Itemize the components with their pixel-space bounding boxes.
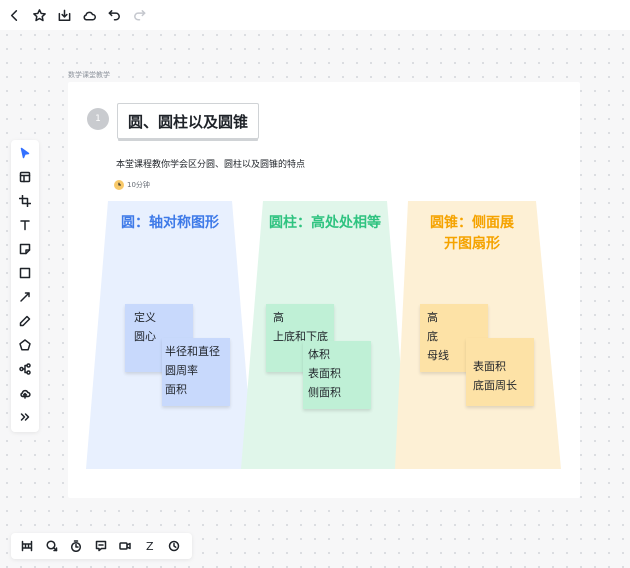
step-number-badge: 1 bbox=[87, 108, 109, 130]
note-line: 表面积 bbox=[473, 360, 506, 373]
sticky-note[interactable]: 表面积 底面周长 bbox=[466, 338, 534, 406]
line-icon[interactable] bbox=[15, 287, 35, 307]
note-line: 圆周率 bbox=[165, 364, 198, 377]
circle-column-title[interactable]: 圆：轴对称图形 bbox=[90, 213, 250, 234]
note-line: 底面周长 bbox=[473, 379, 517, 392]
note-line: 体积 bbox=[308, 348, 330, 361]
note-line: 面积 bbox=[165, 383, 187, 396]
shape-icon[interactable] bbox=[15, 335, 35, 355]
note-line: 表面积 bbox=[308, 367, 341, 380]
bottom-toolbar: Z bbox=[11, 533, 192, 559]
crop-icon[interactable] bbox=[15, 191, 35, 211]
circle-title-line: 圆：轴对称图形 bbox=[121, 215, 219, 231]
frame-icon[interactable] bbox=[15, 167, 35, 187]
select-icon[interactable] bbox=[15, 143, 35, 163]
back-icon[interactable] bbox=[2, 3, 26, 27]
star-icon[interactable] bbox=[27, 3, 51, 27]
zoom-icon[interactable] bbox=[162, 535, 187, 557]
note-line: 高 bbox=[427, 311, 438, 324]
upload-icon[interactable] bbox=[15, 383, 35, 403]
cone-title-line-1: 圆锥：侧面展 bbox=[430, 215, 514, 231]
sticky-note-icon[interactable] bbox=[15, 239, 35, 259]
board-label: 数学课堂教学 bbox=[68, 71, 110, 79]
cone-column-title[interactable]: 圆锥：侧面展 开图扇形 bbox=[401, 213, 543, 255]
cone-title-line-2: 开图扇形 bbox=[444, 236, 500, 252]
note-line: 侧面积 bbox=[308, 386, 341, 399]
sticky-note[interactable]: 半径和直径 圆周率 面积 bbox=[162, 338, 230, 406]
note-line: 半径和直径 bbox=[165, 345, 220, 358]
undo-icon[interactable] bbox=[102, 3, 126, 27]
duration-tag: 10分钟 bbox=[114, 180, 150, 190]
cloud-icon[interactable] bbox=[77, 3, 101, 27]
text-icon[interactable] bbox=[15, 215, 35, 235]
chat-icon[interactable] bbox=[89, 535, 114, 557]
note-line: 高 bbox=[273, 311, 284, 324]
z-order-label: Z bbox=[145, 539, 154, 553]
z-order-icon[interactable]: Z bbox=[138, 535, 163, 557]
clock-icon bbox=[114, 180, 124, 190]
duration-text: 10分钟 bbox=[127, 181, 150, 189]
comment-icon[interactable] bbox=[40, 535, 65, 557]
pen-icon[interactable] bbox=[15, 311, 35, 331]
video-icon[interactable] bbox=[113, 535, 138, 557]
left-toolbar bbox=[11, 140, 39, 432]
more-icon[interactable] bbox=[15, 407, 35, 427]
cylinder-title-line: 圆柱：高处处相等 bbox=[269, 215, 381, 231]
mindmap-icon[interactable] bbox=[15, 359, 35, 379]
top-toolbar bbox=[0, 0, 630, 30]
lesson-title[interactable]: 圆、圆柱以及圆锥 bbox=[117, 103, 259, 139]
sticky-note[interactable]: 体积 表面积 侧面积 bbox=[303, 341, 371, 409]
note-line: 定义 bbox=[134, 311, 156, 324]
rectangle-icon[interactable] bbox=[15, 263, 35, 283]
download-icon[interactable] bbox=[52, 3, 76, 27]
redo-icon[interactable] bbox=[127, 3, 151, 27]
timer-icon[interactable] bbox=[64, 535, 89, 557]
minimap-icon[interactable] bbox=[15, 535, 40, 557]
lesson-subtitle[interactable]: 本堂课程教你学会区分圆、圆柱以及圆锥的特点 bbox=[116, 157, 305, 170]
cylinder-column-title[interactable]: 圆柱：高处处相等 bbox=[245, 213, 405, 234]
